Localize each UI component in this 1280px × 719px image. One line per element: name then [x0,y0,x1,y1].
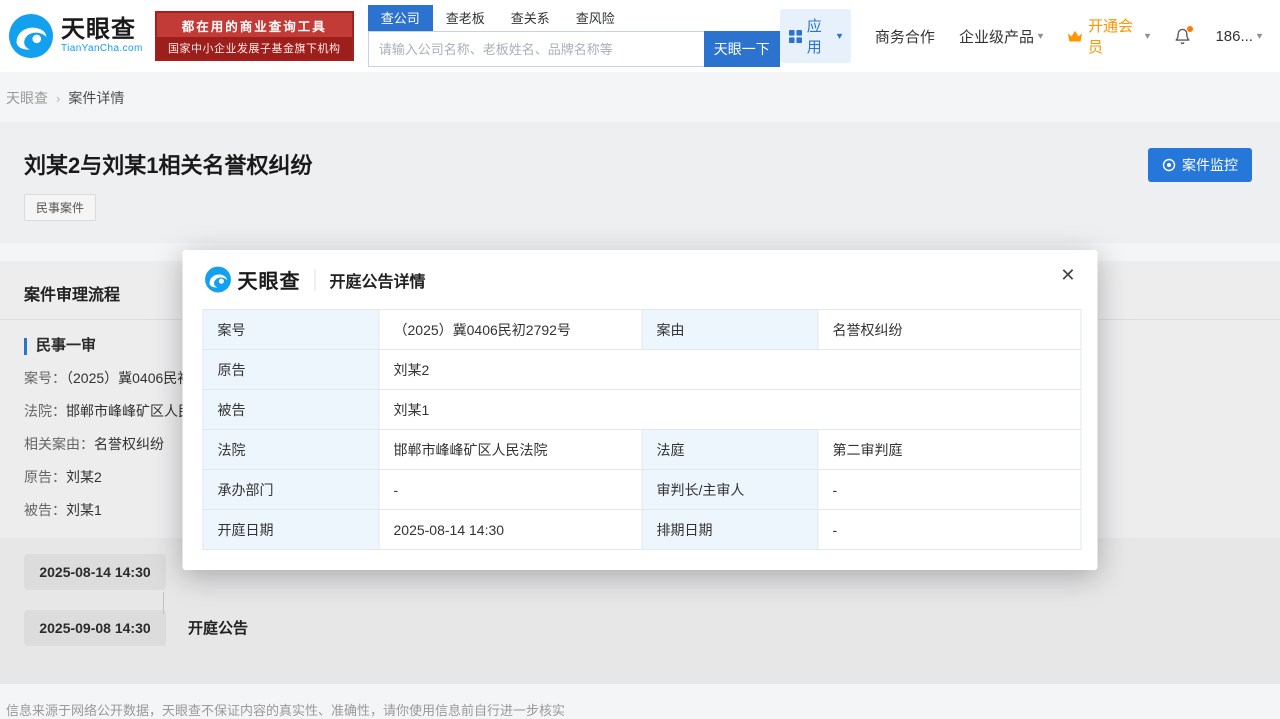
cell-label: 承办部门 [203,470,379,510]
timeline-item: 2025-09-08 14:30 开庭公告 [24,610,1256,646]
cell-value: - [379,470,642,510]
field-value: 名誉权纠纷 [94,436,164,452]
vertical-divider [315,269,316,291]
search-button[interactable]: 天眼一下 [704,31,780,67]
field-value: 刘某1 [66,502,102,518]
grid-icon [789,30,802,43]
crown-icon [1067,30,1083,43]
timeline-connector [163,592,164,614]
search-block: 查公司 查老板 查关系 查风险 天眼一下 [368,5,780,67]
field-label: 相关案由： [24,436,94,452]
cell-value: 刘某1 [379,390,1081,430]
hearing-detail-table: 案号 （2025）冀0406民初2792号 案由 名誉权纠纷 原告 刘某2 被告… [203,309,1082,550]
promo-badge-line2: 国家中小企业发展子基金旗下机构 [157,37,352,59]
timeline-event-link[interactable]: 开庭公告 [188,617,248,638]
vip-menu[interactable]: 开通会员 ▾ [1067,15,1150,57]
vip-label: 开通会员 [1088,15,1140,57]
timeline-date-chip[interactable]: 2025-09-08 14:30 [24,610,166,646]
notification-dot [1187,26,1193,32]
breadcrumb-home-link[interactable]: 天眼查 [6,88,48,108]
cell-label: 案号 [203,310,379,350]
tianyancha-logo-icon [8,13,54,59]
promo-badge-line1: 都在用的商业查询工具 [157,13,352,37]
apps-label: 应用 [807,15,832,57]
monitor-button-label: 案件监控 [1182,155,1238,175]
breadcrumb-current: 案件详情 [68,88,124,108]
modal-tianyancha-logo: 天眼查 [205,265,301,294]
cell-value: 邯郸市峰峰矿区人民法院 [379,430,642,470]
account-phone-menu[interactable]: 186... ▾ [1215,28,1262,45]
cell-value: （2025）冀0406民初2792号 [379,310,642,350]
chevron-down-icon: ▾ [1145,31,1151,42]
chevron-down-icon: ▾ [1257,31,1263,42]
modal-title: 开庭公告详情 [330,268,426,292]
enterprise-products-label: 企业级产品 [959,26,1034,47]
table-row: 法院 邯郸市峰峰矿区人民法院 法庭 第二审判庭 [203,430,1081,470]
cell-label: 原告 [203,350,379,390]
case-monitor-button[interactable]: 案件监控 [1148,148,1252,182]
search-tab-company[interactable]: 查公司 [368,5,433,31]
modal-header: 天眼查 开庭公告详情 ✕ [183,250,1098,305]
monitor-icon [1162,158,1176,172]
cell-value: - [818,470,1081,510]
table-row: 被告 刘某1 [203,390,1081,430]
field-label: 被告： [24,502,66,518]
field-value: 刘某2 [66,469,102,485]
business-cooperation-label: 商务合作 [875,26,935,47]
table-row: 原告 刘某2 [203,350,1081,390]
field-label: 法院： [24,403,66,419]
search-tab-risk[interactable]: 查风险 [563,5,628,31]
disclaimer-footer: 信息来源于网络公开数据，天眼查不保证内容的真实性、准确性，请你使用信息前自行进一… [0,684,1280,719]
navbar-menu: 应用 ▾ 商务合作 企业级产品 ▾ 开通会员 ▾ [780,9,1262,63]
tianyancha-logo-icon [205,266,232,293]
search-tabs: 查公司 查老板 查关系 查风险 [368,5,780,31]
tianyancha-logo[interactable]: 天眼查 TianYanCha.com [8,13,143,59]
chevron-down-icon: ▾ [837,31,843,42]
account-phone-label: 186... [1215,28,1253,45]
cell-label: 法庭 [642,430,818,470]
cell-label: 审判长/主审人 [642,470,818,510]
hearing-detail-modal: 天眼查 开庭公告详情 ✕ 案号 （2025）冀0406民初2792号 案由 名誉… [183,250,1098,570]
search-tab-boss[interactable]: 查老板 [433,5,498,31]
top-navbar: 天眼查 TianYanCha.com 都在用的商业查询工具 国家中小企业发展子基… [0,0,1280,72]
cell-label: 法院 [203,430,379,470]
promo-badge: 都在用的商业查询工具 国家中小企业发展子基金旗下机构 [155,11,354,61]
search-input[interactable] [368,31,704,67]
cell-value: 第二审判庭 [818,430,1081,470]
cell-value: - [818,510,1081,550]
breadcrumb: 天眼查 › 案件详情 [0,72,1280,122]
cell-value: 名誉权纠纷 [818,310,1081,350]
modal-brand-text: 天眼查 [238,265,301,294]
table-row: 开庭日期 2025-08-14 14:30 排期日期 - [203,510,1081,550]
field-label: 案号： [24,370,66,386]
chevron-down-icon: ▾ [1038,31,1044,42]
case-type-badge: 民事案件 [24,194,96,221]
cell-value: 2025-08-14 14:30 [379,510,642,550]
cell-label: 排期日期 [642,510,818,550]
close-icon[interactable]: ✕ [1060,266,1075,284]
search-tab-relation[interactable]: 查关系 [498,5,563,31]
cell-value: 刘某2 [379,350,1081,390]
logo-domain-text: TianYanCha.com [61,44,143,55]
enterprise-products-menu[interactable]: 企业级产品 ▾ [959,26,1043,47]
cell-label: 开庭日期 [203,510,379,550]
cell-label: 案由 [642,310,818,350]
field-label: 原告： [24,469,66,485]
apps-menu[interactable]: 应用 ▾ [780,9,851,63]
case-header: 刘某2与刘某1相关名誉权纠纷 民事案件 案件监控 [0,122,1280,243]
page-title: 刘某2与刘某1相关名誉权纠纷 [24,148,1252,180]
table-row: 案号 （2025）冀0406民初2792号 案由 名誉权纠纷 [203,310,1081,350]
table-row: 承办部门 - 审判长/主审人 - [203,470,1081,510]
timeline-date-chip[interactable]: 2025-08-14 14:30 [24,554,166,590]
breadcrumb-separator-icon: › [56,91,60,106]
notification-bell-icon[interactable] [1174,27,1191,46]
business-cooperation-link[interactable]: 商务合作 [875,26,935,47]
cell-label: 被告 [203,390,379,430]
logo-brand-text: 天眼查 [61,17,143,42]
